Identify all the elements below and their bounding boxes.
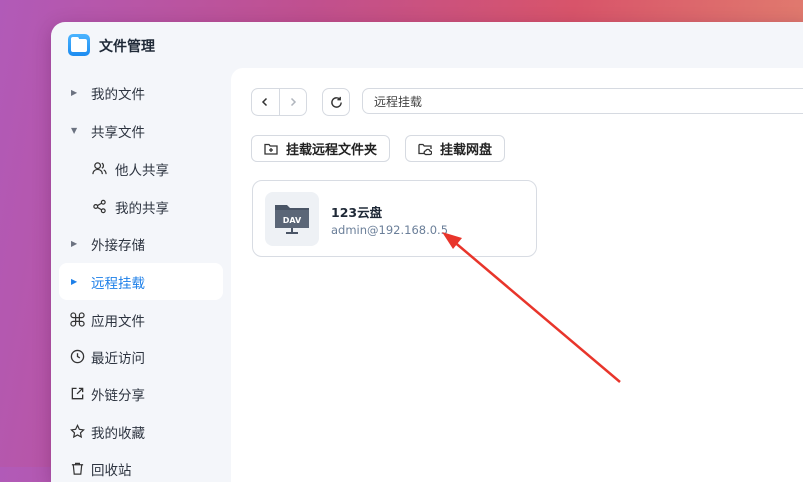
caret-right-icon: ▶ [71,277,78,286]
sidebar-item-external-storage[interactable]: ▶ 外接存储 [59,225,223,262]
trash-icon [69,461,85,477]
mount-card[interactable]: DAV 123云盘 admin@192.168.0.5 [252,180,537,257]
mount-remote-folder-label: 挂载远程文件夹 [286,143,378,158]
sidebar-item-recent[interactable]: 最近访问 [59,338,223,375]
main-panel: 远程挂载 挂载远程文件夹 挂载网盘 DAV 123云盘 admin@192.16… [231,68,803,482]
sidebar-item-remote-mount[interactable]: ▶ 远程挂载 [59,263,223,300]
back-button[interactable] [252,89,279,115]
mount-address: admin@192.168.0.5 [331,223,449,237]
sidebar-item-my-shares[interactable]: 我的共享 [59,188,223,225]
star-icon [69,424,85,440]
sidebar-item-my-files[interactable]: ▶ 我的文件 [59,74,223,111]
mount-cloud-drive-label: 挂载网盘 [440,143,493,158]
sidebar-item-label: 我的共享 [115,200,169,217]
dav-folder-icon: DAV [265,192,319,246]
sidebar-item-shared-files[interactable]: ▼ 共享文件 [59,112,223,149]
forward-button[interactable] [278,89,307,115]
refresh-button[interactable] [322,88,350,116]
sidebar-item-label: 我的文件 [91,86,145,103]
chevron-right-icon [290,97,296,107]
path-input[interactable]: 远程挂载 [362,88,803,114]
caret-right-icon: ▶ [71,239,78,248]
refresh-icon [330,96,342,108]
mount-cloud-drive-button[interactable]: 挂载网盘 [405,135,506,162]
sidebar-item-label: 应用文件 [91,313,145,330]
sidebar-item-shared-by-others[interactable]: 他人共享 [59,150,223,187]
sidebar-item-favorites[interactable]: 我的收藏 [59,413,223,450]
sidebar-item-app-files[interactable]: 应用文件 [59,301,223,338]
sidebar-item-recycle-bin[interactable]: 回收站 [59,450,223,482]
sidebar-item-label: 我的收藏 [91,425,145,442]
share-icon [91,199,107,215]
sidebar-item-label: 最近访问 [91,350,145,367]
sidebar-item-label: 远程挂载 [91,275,145,292]
app-title: 文件管理 [99,39,155,55]
users-icon [91,161,107,177]
chevron-left-icon [262,97,268,107]
command-icon [69,312,85,328]
folder-app-icon [68,34,90,56]
sidebar-item-label: 他人共享 [115,162,169,179]
folder-plus-icon [264,142,278,156]
mount-name: 123云盘 [331,205,383,220]
clock-icon [69,349,85,365]
sidebar-item-label: 回收站 [91,462,132,479]
dav-badge-text: DAV [283,216,302,225]
caret-right-icon: ▶ [71,88,78,97]
sidebar-item-label: 外链分享 [91,387,145,404]
mount-remote-folder-button[interactable]: 挂载远程文件夹 [251,135,391,162]
sidebar: ▶ 我的文件 ▼ 共享文件 他人共享 我的共享 ▶ 外接存储 ▶ 远程挂载 应用… [51,68,231,482]
file-manager-window: 文件管理 ▶ 我的文件 ▼ 共享文件 他人共享 我的共享 ▶ 外接存储 ▶ 远程… [51,22,803,482]
cloud-folder-icon [418,142,432,156]
sidebar-item-link-share[interactable]: 外链分享 [59,375,223,412]
caret-down-icon: ▼ [71,126,78,135]
history-nav [251,88,307,116]
sidebar-item-label: 共享文件 [91,124,145,141]
title-bar: 文件管理 [51,22,803,68]
sidebar-item-label: 外接存储 [91,237,145,254]
external-link-icon [69,386,85,402]
